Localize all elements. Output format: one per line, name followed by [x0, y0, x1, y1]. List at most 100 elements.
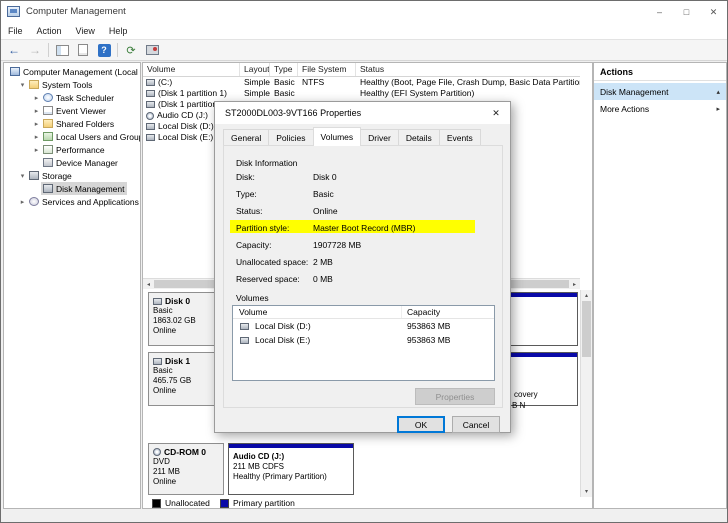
- dialog-volume-row[interactable]: Local Disk (E:) 953863 MB: [233, 334, 494, 347]
- scroll-left-arrow[interactable]: ◂: [143, 279, 154, 289]
- window-icon: [7, 6, 20, 17]
- column-header-layout[interactable]: Layout: [240, 63, 270, 76]
- volume-icon: [146, 134, 155, 141]
- primary-partition-swatch: [220, 499, 229, 508]
- tab-volumes[interactable]: Volumes: [313, 127, 362, 146]
- tree-item-label: Disk Management: [56, 184, 125, 194]
- tree-item-services-and-applications[interactable]: ▸ Services and Applications: [4, 195, 140, 208]
- help-button[interactable]: ?: [96, 42, 112, 58]
- refresh-button[interactable]: ⟳: [123, 42, 139, 58]
- column-header-type[interactable]: Type: [270, 63, 298, 76]
- tree-item-computer-management[interactable]: Computer Management (Local: [4, 65, 140, 78]
- tree-item-storage[interactable]: ▾ Storage: [4, 169, 140, 182]
- partition-name: Audio CD (J:): [233, 452, 327, 462]
- tree-item-label: Local Users and Groups: [56, 132, 141, 142]
- column-header-volume[interactable]: Volume: [143, 63, 240, 76]
- volume-row[interactable]: (C:) Simple Basic NTFS Healthy (Boot, Pa…: [143, 77, 580, 88]
- menu-view[interactable]: View: [69, 26, 102, 36]
- tree-item-system-tools[interactable]: ▾ System Tools: [4, 78, 140, 91]
- collapse-arrow-icon[interactable]: ▸: [32, 94, 41, 102]
- field-value-status: Online: [313, 206, 338, 216]
- menu-action[interactable]: Action: [30, 26, 69, 36]
- tree-item-disk-management[interactable]: Disk Management: [4, 182, 140, 195]
- volume-name: Audio CD (J:): [157, 110, 208, 121]
- actions-header: Actions: [594, 63, 726, 81]
- cdrom-label-box[interactable]: CD-ROM 0 DVD 211 MB Online: [148, 443, 224, 495]
- dialog-volume-row[interactable]: Local Disk (D:) 953863 MB: [233, 320, 494, 333]
- column-divider: [401, 306, 402, 318]
- audio-cd-partition-block[interactable]: Audio CD (J:) 211 MB CDFS Healthy (Prima…: [228, 443, 354, 495]
- rescan-disks-button[interactable]: [144, 42, 160, 58]
- volume-icon: [146, 90, 155, 97]
- show-console-tree-button[interactable]: [54, 42, 70, 58]
- dialog-close-button[interactable]: ✕: [487, 106, 505, 121]
- tree-item-local-users-and-groups[interactable]: ▸ Local Users and Groups: [4, 130, 140, 143]
- scrollbar-thumb[interactable]: [582, 301, 591, 357]
- title-bar: Computer Management – □ ✕: [1, 1, 727, 23]
- expand-arrow-icon[interactable]: ▾: [18, 81, 27, 89]
- menu-help[interactable]: Help: [102, 26, 135, 36]
- disk-name: CD-ROM 0: [164, 447, 206, 457]
- action-item-label: More Actions: [600, 104, 649, 114]
- tree-item-label: Storage: [42, 171, 72, 181]
- disk-size: 465.75 GB: [153, 376, 223, 386]
- forward-button[interactable]: →: [27, 42, 43, 58]
- volume-icon: [146, 79, 155, 86]
- tab-policies[interactable]: Policies: [268, 129, 313, 145]
- vertical-scrollbar[interactable]: ▴ ▾: [580, 290, 592, 497]
- disk-name: Disk 0: [165, 296, 190, 306]
- collapse-arrow-icon[interactable]: ▸: [32, 120, 41, 128]
- column-header-status[interactable]: Status: [356, 63, 580, 76]
- disk0-label-box[interactable]: Disk 0 Basic 1863.02 GB Online: [148, 292, 224, 346]
- column-header-file-system[interactable]: File System: [298, 63, 356, 76]
- cancel-button[interactable]: Cancel: [452, 416, 500, 433]
- scroll-down-arrow[interactable]: ▾: [581, 486, 592, 497]
- action-item-disk-management[interactable]: Disk Management ▴: [594, 83, 726, 100]
- tab-events[interactable]: Events: [439, 129, 481, 145]
- ok-button[interactable]: OK: [397, 416, 445, 433]
- field-label-status: Status:: [236, 206, 262, 216]
- tree-item-label: System Tools: [42, 80, 92, 90]
- disk1-label-box[interactable]: Disk 1 Basic 465.75 GB Online: [148, 352, 224, 406]
- tree-item-performance[interactable]: ▸ Performance: [4, 143, 140, 156]
- computer-management-window: Computer Management – □ ✕ File Action Vi…: [0, 0, 728, 523]
- tree-item-device-manager[interactable]: Device Manager: [4, 156, 140, 169]
- close-button[interactable]: ✕: [700, 1, 727, 23]
- disk-properties-dialog: ST2000DL003-9VT166 Properties ✕ General …: [214, 101, 511, 433]
- minimize-button[interactable]: –: [646, 1, 673, 23]
- collapse-arrow-icon[interactable]: ▸: [32, 133, 41, 141]
- disk-type: Basic: [153, 306, 223, 316]
- tree-item-task-scheduler[interactable]: ▸ Task Scheduler: [4, 91, 140, 104]
- volume-row[interactable]: (Disk 1 partition 1) Simple Basic Health…: [143, 88, 580, 99]
- scroll-up-arrow[interactable]: ▴: [581, 290, 592, 301]
- back-button[interactable]: ←: [6, 42, 22, 58]
- console-tree-icon: [56, 45, 69, 56]
- shared-folders-icon: [43, 119, 53, 128]
- dialog-volumes-list[interactable]: Volume Capacity Local Disk (D:) 953863 M…: [232, 305, 495, 381]
- collapse-arrow-icon[interactable]: ▸: [32, 107, 41, 115]
- maximize-button[interactable]: □: [673, 1, 700, 23]
- tree-item-shared-folders[interactable]: ▸ Shared Folders: [4, 117, 140, 130]
- properties-button: Properties: [415, 388, 495, 405]
- volume-icon: [146, 101, 155, 108]
- menu-file[interactable]: File: [1, 26, 30, 36]
- tab-driver[interactable]: Driver: [360, 129, 399, 145]
- section-collapse-icon[interactable]: ▴: [716, 88, 720, 96]
- action-item-more-actions[interactable]: More Actions ▸: [594, 100, 726, 117]
- export-list-button[interactable]: [75, 42, 91, 58]
- tab-general[interactable]: General: [223, 129, 269, 145]
- tree-item-label: Services and Applications: [42, 197, 139, 207]
- volume-name: Local Disk (E:): [255, 335, 310, 345]
- volume-name: Local Disk (E:): [158, 132, 213, 143]
- volume-type: Basic: [270, 77, 298, 88]
- disk-icon: [153, 298, 162, 305]
- collapse-arrow-icon[interactable]: ▸: [32, 146, 41, 154]
- partition-legend: Unallocated Primary partition: [143, 497, 580, 509]
- collapse-arrow-icon[interactable]: ▸: [18, 198, 27, 206]
- volume-list-header: Volume Layout Type File System Status: [143, 63, 580, 77]
- device-manager-icon: [43, 158, 53, 167]
- expand-arrow-icon[interactable]: ▾: [18, 172, 27, 180]
- tab-details[interactable]: Details: [398, 129, 440, 145]
- tree-item-event-viewer[interactable]: ▸ Event Viewer: [4, 104, 140, 117]
- scroll-right-arrow[interactable]: ▸: [569, 279, 580, 289]
